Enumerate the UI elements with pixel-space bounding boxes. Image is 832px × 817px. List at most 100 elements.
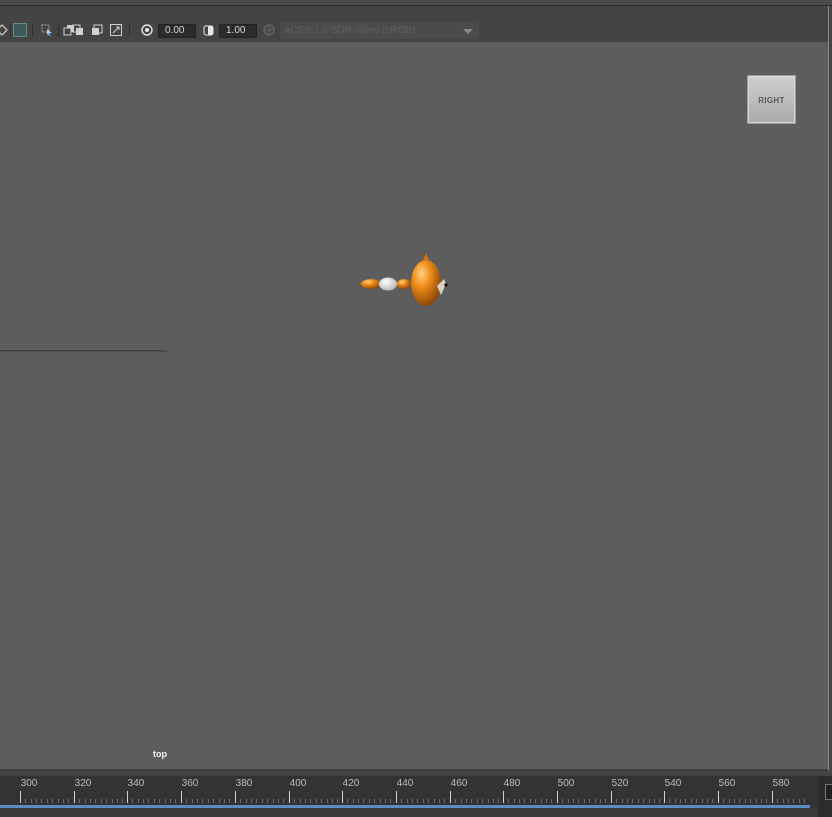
timeline-minor-tick: [729, 799, 730, 803]
timeline-minor-tick: [246, 799, 247, 803]
view-cube[interactable]: RIGHT: [747, 75, 796, 124]
color-management-icon[interactable]: [263, 24, 275, 36]
timeline-tick-label: 480: [503, 778, 521, 789]
character-model[interactable]: [356, 252, 456, 322]
toolbar-separator: [129, 24, 130, 37]
timeline-minor-tick: [793, 799, 794, 803]
timeline-minor-tick: [783, 799, 784, 803]
timeline-major-tick: [450, 791, 451, 803]
timeline-minor-tick: [278, 799, 279, 803]
timeline-minor-tick: [788, 799, 789, 803]
timeline-minor-tick: [562, 799, 563, 803]
timeline-tick-label: 460: [450, 778, 468, 789]
timeline-minor-tick: [85, 799, 86, 803]
gamma-icon[interactable]: [203, 24, 215, 36]
wireframe-on-shaded-icon[interactable]: [91, 24, 103, 36]
timeline-minor-tick: [202, 799, 203, 803]
timeline-minor-tick: [47, 799, 48, 803]
timeline-major-tick: [74, 791, 75, 803]
timeline-minor-tick: [300, 799, 301, 803]
timeline-minor-tick: [332, 799, 333, 803]
timeline-minor-tick: [224, 799, 225, 803]
timeline-minor-tick: [530, 799, 531, 803]
timeline-minor-tick: [132, 799, 133, 803]
select-camera-icon[interactable]: [41, 24, 53, 36]
timeline-minor-tick: [589, 799, 590, 803]
xray-icon[interactable]: [72, 24, 84, 36]
timeline-tick-label: 380: [235, 778, 253, 789]
timeline-minor-tick: [41, 799, 42, 803]
timeline-minor-tick: [208, 799, 209, 803]
toolbar-separator: [10, 24, 11, 37]
timeline-minor-tick: [541, 799, 542, 803]
timeline-tick-label: 300: [20, 778, 38, 789]
toolbar-separator: [58, 24, 59, 37]
timeline-minor-tick: [229, 799, 230, 803]
timeline-minor-tick: [477, 799, 478, 803]
timeline-tick-label: 580: [772, 778, 790, 789]
timeline-minor-tick: [691, 799, 692, 803]
timeline-minor-tick: [739, 799, 740, 803]
timeline-major-tick: [127, 791, 128, 803]
timeline-minor-tick: [434, 799, 435, 803]
timeline-minor-tick: [31, 799, 32, 803]
timeline-minor-tick: [712, 799, 713, 803]
timeline-minor-tick: [524, 799, 525, 803]
timeline-minor-tick: [649, 799, 650, 803]
camera-attributes-icon[interactable]: [0, 24, 8, 36]
timeline-minor-tick: [374, 799, 375, 803]
timeline-tick-label: 520: [611, 778, 629, 789]
timeline-major-tick: [396, 791, 397, 803]
timeline-minor-tick: [186, 799, 187, 803]
timeline-minor-tick: [734, 799, 735, 803]
timeline-major-tick: [611, 791, 612, 803]
timeline-minor-tick: [584, 799, 585, 803]
timeline-minor-tick: [675, 799, 676, 803]
3d-viewport[interactable]: RIGHT top: [0, 42, 828, 769]
timeline-minor-tick: [643, 799, 644, 803]
timeline-minor-tick: [68, 799, 69, 803]
timeline-minor-tick: [192, 799, 193, 803]
timeline-minor-tick: [761, 799, 762, 803]
timeline-minor-tick: [412, 799, 413, 803]
timeline-minor-tick: [423, 799, 424, 803]
timeline-major-tick: [235, 791, 236, 803]
color-space-dropdown[interactable]: ACES 1.0 SDR-video (sRGB): [280, 23, 479, 39]
timeline-minor-tick: [702, 799, 703, 803]
timeline-minor-tick: [143, 799, 144, 803]
timeline-minor-tick: [165, 799, 166, 803]
timeline-minor-tick: [600, 799, 601, 803]
timeline-minor-tick: [407, 799, 408, 803]
timeline-minor-tick: [385, 799, 386, 803]
frame-all-icon[interactable]: [110, 24, 122, 36]
timeline-minor-tick: [466, 799, 467, 803]
timeline-minor-tick: [305, 799, 306, 803]
exposure-field[interactable]: 0.00: [158, 24, 196, 38]
timeline-minor-tick: [519, 799, 520, 803]
current-time-field[interactable]: [825, 784, 832, 800]
timeline-major-tick: [557, 791, 558, 803]
timeline-minor-tick: [707, 799, 708, 803]
timeline-minor-tick: [170, 799, 171, 803]
timeline-minor-tick: [417, 799, 418, 803]
timeline-major-tick: [664, 791, 665, 803]
timeline-major-tick: [181, 791, 182, 803]
timeline-minor-tick: [321, 799, 322, 803]
timeline-minor-tick: [659, 799, 660, 803]
timeline-minor-tick: [627, 799, 628, 803]
timeline-minor-tick: [498, 799, 499, 803]
time-slider[interactable]: 300 320 340 360 380 400 420 440 460 480 500 520 540 5…: [0, 776, 818, 808]
timeline-tick-label: 340: [127, 778, 145, 789]
timeline-minor-tick: [616, 799, 617, 803]
timeline-major-tick: [289, 791, 290, 803]
timeline-tick-label: 400: [289, 778, 307, 789]
maya-viewport-window: 0.00 1.00 ACES 1.0 SDR-video (sRGB) RIGH…: [0, 0, 832, 817]
toolbar-separator: [32, 24, 33, 37]
timeline-minor-tick: [535, 799, 536, 803]
timeline-minor-tick: [493, 799, 494, 803]
exposure-icon[interactable]: [141, 24, 153, 36]
timeline-minor-tick: [654, 799, 655, 803]
gamma-field[interactable]: 1.00: [219, 24, 257, 38]
grid-toggle-icon[interactable]: [13, 23, 27, 37]
timeline-minor-tick: [138, 799, 139, 803]
